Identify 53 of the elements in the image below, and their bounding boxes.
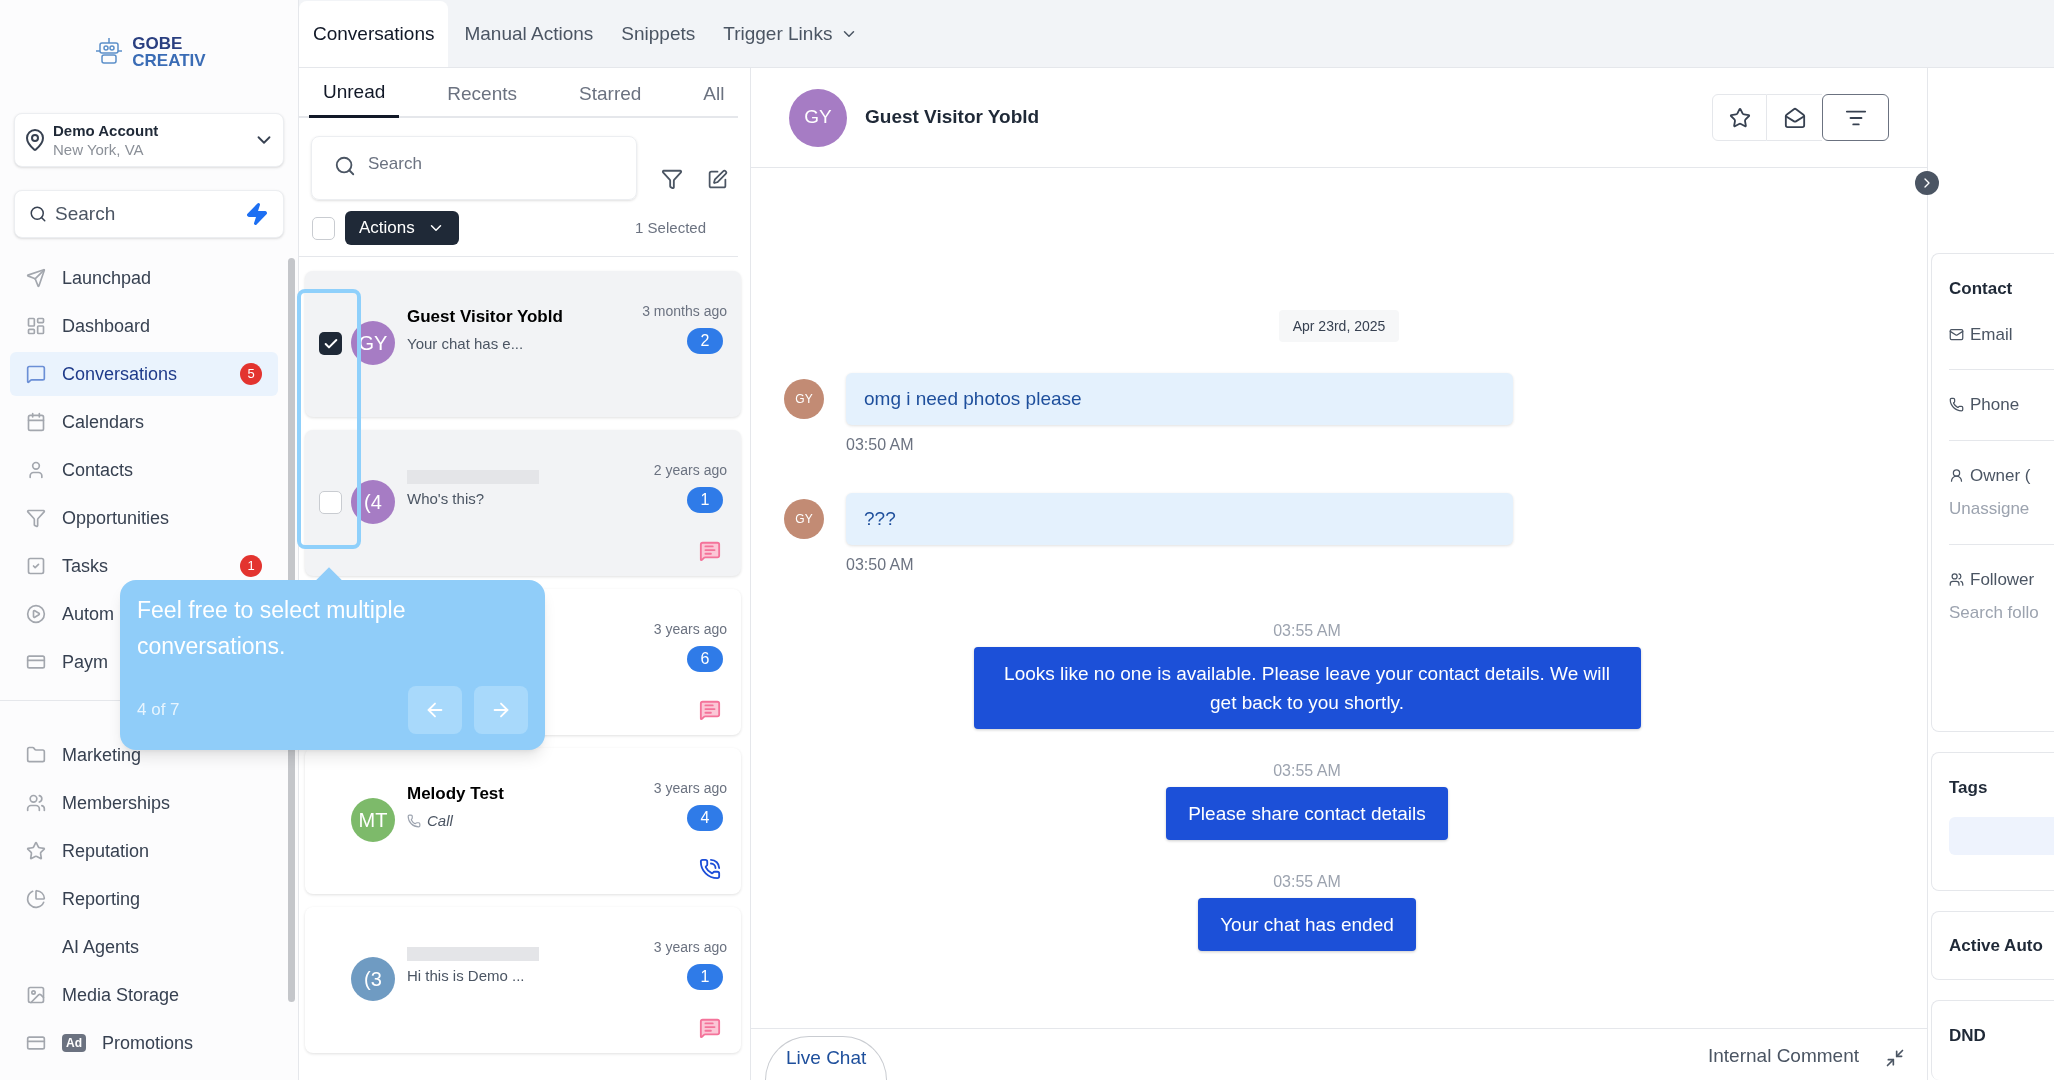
avatar: MT bbox=[351, 798, 395, 842]
message-time: 03:55 AM bbox=[1273, 761, 1341, 781]
avatar: GY bbox=[784, 499, 824, 539]
selected-count: 1 Selected bbox=[635, 217, 706, 238]
message-time: 03:50 AM bbox=[846, 555, 915, 575]
count-badge: 5 bbox=[240, 363, 262, 385]
message-bubble: ??? bbox=[846, 493, 1513, 545]
logo-text: CREATIV bbox=[132, 52, 206, 69]
ad-tag: Ad bbox=[62, 1034, 86, 1052]
count-badge: 1 bbox=[240, 555, 262, 577]
message-bubble: omg i need photos please bbox=[846, 373, 1513, 425]
field-label: Email bbox=[1970, 323, 2013, 346]
card-title: Active Auto bbox=[1949, 935, 2043, 957]
field-label: Owner ( bbox=[1970, 464, 2031, 487]
message-time: 03:55 AM bbox=[1273, 872, 1341, 892]
date-chip: Apr 23rd, 2025 bbox=[1278, 310, 1400, 342]
unread-badge: 6 bbox=[687, 646, 723, 672]
timestamp: 3 years ago bbox=[653, 938, 727, 957]
timestamp: 3 months ago bbox=[642, 302, 727, 321]
message-preview: Your chat has e... bbox=[407, 334, 524, 354]
message-time: 03:55 AM bbox=[1273, 621, 1341, 641]
avatar: GY bbox=[789, 88, 847, 147]
avatar: (4 bbox=[351, 480, 395, 524]
field-value: Unassigne bbox=[1949, 498, 2031, 520]
avatar: GY bbox=[784, 379, 824, 419]
contact-name: Melody Test bbox=[407, 783, 504, 805]
message-preview: Call bbox=[427, 811, 453, 831]
card-title: DND bbox=[1949, 1026, 1986, 1046]
unread-badge: 4 bbox=[687, 805, 723, 831]
message-preview: Who's this? bbox=[407, 489, 485, 509]
field-label: Phone bbox=[1970, 394, 2020, 416]
message-bubble: Please share contact details bbox=[1166, 787, 1448, 840]
message-preview: Hi this is Demo ... bbox=[407, 966, 525, 986]
message-bubble: Your chat has ended bbox=[1198, 898, 1416, 951]
contact-name: Guest Visitor Yobld bbox=[407, 306, 563, 328]
message-time: 03:50 AM bbox=[846, 435, 915, 455]
logo-text: GOBE bbox=[132, 35, 184, 52]
message-bubble: Looks like no one is available. Please leave your contact details. We will get back to you shortly. bbox=[973, 647, 1641, 729]
tour-message: Feel free to select multiple conversations. bbox=[137, 596, 407, 661]
tour-step: 4 of 7 bbox=[137, 697, 180, 723]
unread-badge: 2 bbox=[687, 328, 723, 354]
card-title: Contact bbox=[1949, 278, 2014, 300]
timestamp: 3 years ago bbox=[653, 620, 727, 639]
unread-badge: 1 bbox=[687, 487, 723, 513]
card-title: Tags bbox=[1949, 777, 1989, 800]
unread-badge: 1 bbox=[687, 964, 723, 990]
account-location: New York, VA bbox=[53, 140, 145, 159]
avatar: (3 bbox=[351, 957, 395, 1001]
account-name: Demo Account bbox=[53, 121, 159, 140]
timestamp: 2 years ago bbox=[653, 461, 727, 480]
field-label: Follower bbox=[1970, 568, 2035, 591]
timestamp: 3 years ago bbox=[653, 779, 727, 798]
contact-name: Guest Visitor Yobld bbox=[865, 105, 1040, 130]
